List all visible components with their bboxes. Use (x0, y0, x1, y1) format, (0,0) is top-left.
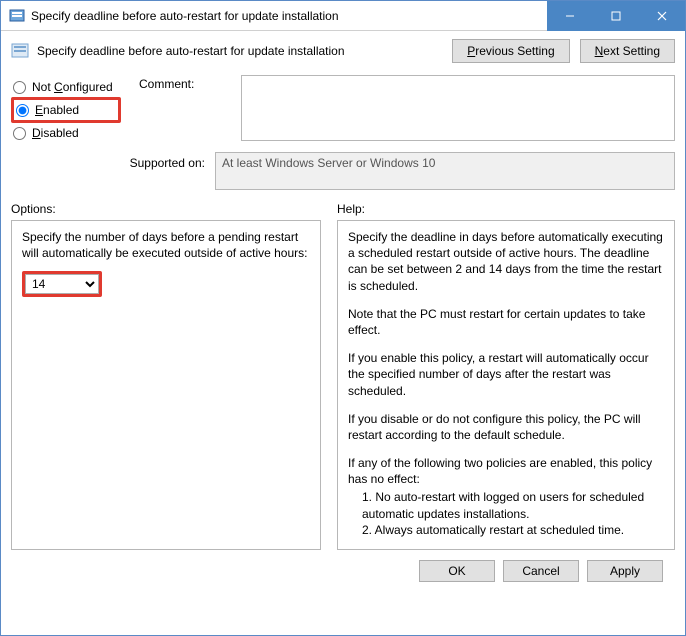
help-p2: Note that the PC must restart for certai… (348, 306, 664, 338)
window-title: Specify deadline before auto-restart for… (31, 9, 547, 23)
policy-title: Specify deadline before auto-restart for… (37, 44, 444, 58)
policy-header: Specify deadline before auto-restart for… (11, 39, 675, 63)
next-setting-button[interactable]: Next Setting (580, 39, 675, 63)
comment-textarea[interactable] (241, 75, 675, 141)
state-radio-group: Not Configured Enabled Disabled (11, 75, 121, 144)
close-button[interactable] (639, 1, 685, 31)
supported-on-value: At least Windows Server or Windows 10 (222, 156, 435, 170)
supported-on-label: Supported on: (11, 152, 205, 170)
maximize-button[interactable] (593, 1, 639, 31)
options-pane: Specify the number of days before a pend… (11, 220, 321, 550)
apply-button[interactable]: Apply (587, 560, 663, 582)
radio-disabled[interactable]: Disabled (11, 123, 121, 143)
dialog-footer: OK Cancel Apply (11, 550, 675, 592)
options-description: Specify the number of days before a pend… (22, 229, 310, 261)
comment-label: Comment: (139, 77, 223, 143)
title-bar: Specify deadline before auto-restart for… (1, 1, 685, 31)
ok-button[interactable]: OK (419, 560, 495, 582)
days-select[interactable]: 14 (25, 274, 99, 294)
radio-disabled-input[interactable] (13, 127, 26, 140)
help-p4: If you disable or do not configure this … (348, 411, 664, 443)
radio-not-configured-input[interactable] (13, 81, 26, 94)
help-p3: If you enable this policy, a restart wil… (348, 350, 664, 399)
radio-enabled[interactable]: Enabled (11, 97, 121, 123)
previous-setting-button[interactable]: Previous Setting (452, 39, 569, 63)
help-p5a: 1. No auto-restart with logged on users … (348, 489, 664, 521)
help-p1: Specify the deadline in days before auto… (348, 229, 664, 294)
radio-enabled-input[interactable] (16, 104, 29, 117)
app-icon (9, 8, 25, 24)
cancel-button[interactable]: Cancel (503, 560, 579, 582)
window-buttons (547, 1, 685, 31)
minimize-button[interactable] (547, 1, 593, 31)
help-p5: If any of the following two policies are… (348, 455, 664, 487)
help-label: Help: (337, 202, 365, 216)
policy-icon (11, 42, 29, 60)
help-p5b: 2. Always automatically restart at sched… (348, 522, 664, 538)
options-label: Options: (11, 202, 321, 216)
radio-not-configured[interactable]: Not Configured (11, 77, 121, 97)
help-pane: Specify the deadline in days before auto… (337, 220, 675, 550)
supported-on-box: At least Windows Server or Windows 10 (215, 152, 675, 190)
